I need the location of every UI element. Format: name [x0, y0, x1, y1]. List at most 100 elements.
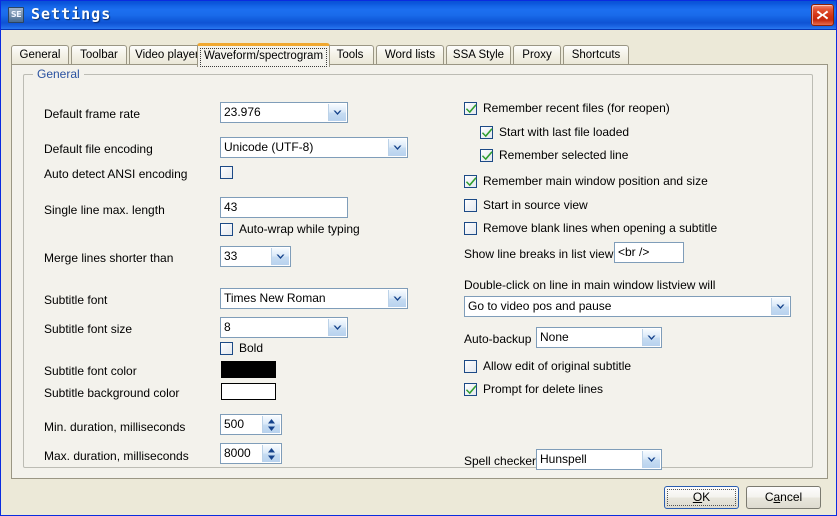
chevron-down-icon[interactable]	[328, 104, 346, 121]
ok-button-label: OK	[693, 490, 710, 504]
cancel-button[interactable]: Cancel	[746, 486, 821, 509]
tab-shortcuts[interactable]: Shortcuts	[563, 45, 629, 65]
combo-value: Unicode (UTF-8)	[224, 140, 314, 154]
checkbox-label: Remove blank lines when opening a subtit…	[483, 221, 718, 235]
label-subtitle-font: Subtitle font	[44, 293, 108, 307]
checkbox-label: Allow edit of original subtitle	[483, 359, 632, 373]
subtitle-font-size-combo[interactable]: 8	[220, 317, 348, 338]
spell-checker-combo[interactable]: Hunspell	[536, 449, 662, 470]
chevron-down-icon[interactable]	[388, 139, 406, 156]
label-double-click: Double-click on line in main window list…	[464, 278, 716, 292]
label-min-duration: Min. duration, milliseconds	[44, 420, 186, 434]
label-auto-backup: Auto-backup	[464, 332, 532, 346]
tab-label: SSA Style	[452, 49, 505, 61]
input-value: <br />	[618, 245, 650, 259]
checkbox-label: Auto-wrap while typing	[239, 222, 360, 236]
label-default-file-encoding: Default file encoding	[44, 142, 153, 156]
checkbox-box	[220, 166, 233, 179]
checkbox-box	[464, 102, 477, 115]
checkbox-box	[464, 360, 477, 373]
checkbox-box	[464, 383, 477, 396]
tab-label: Tools	[336, 49, 364, 61]
merge-lines-shorter-than-combo[interactable]: 33	[220, 246, 291, 267]
checkbox-box	[220, 342, 233, 355]
checkbox-box	[464, 222, 477, 235]
cancel-suffix: ncel	[780, 490, 803, 504]
tab-waveform-spectrogram[interactable]: Waveform/spectrogram	[197, 43, 330, 67]
title-bar: SE Settings	[1, 1, 836, 30]
checkbox-label: Remember selected line	[499, 148, 629, 162]
chevron-down-icon[interactable]	[642, 329, 660, 346]
combo-value: 8	[224, 320, 231, 334]
group-box-label: General	[33, 67, 84, 81]
check-icon	[465, 385, 477, 395]
tab-toolbar[interactable]: Toolbar	[71, 45, 127, 65]
label-max-duration: Max. duration, milliseconds	[44, 449, 189, 463]
tab-label: Toolbar	[80, 49, 118, 61]
subtitle-font-color-swatch[interactable]	[221, 361, 276, 378]
checkbox-label: Remember main window position and size	[483, 174, 708, 188]
tab-video-player[interactable]: Video player	[129, 45, 205, 65]
input-value: 43	[224, 200, 238, 214]
tab-word-lists[interactable]: Word lists	[376, 45, 444, 65]
check-icon	[465, 104, 477, 114]
stepper-buttons[interactable]	[262, 416, 280, 433]
app-icon: SE	[8, 7, 24, 23]
combo-value: Times New Roman	[224, 291, 326, 305]
chevron-down-icon[interactable]	[771, 298, 789, 315]
single-line-max-length-input[interactable]: 43	[220, 197, 348, 218]
settings-window: SE Settings General Toolbar Video player…	[0, 0, 837, 516]
cancel-button-label: Cancel	[765, 490, 802, 504]
auto-backup-combo[interactable]: None	[536, 327, 662, 348]
chevron-down-icon[interactable]	[388, 290, 406, 307]
tab-proxy[interactable]: Proxy	[513, 45, 561, 65]
double-click-action-combo[interactable]: Go to video pos and pause	[464, 296, 791, 317]
show-line-breaks-input[interactable]: <br />	[614, 242, 684, 263]
default-frame-rate-combo[interactable]: 23.976	[220, 102, 348, 123]
combo-value: None	[540, 330, 569, 344]
stepper-buttons[interactable]	[262, 445, 280, 462]
checkbox-box	[220, 223, 233, 236]
tab-general[interactable]: General	[11, 45, 69, 65]
checkbox-label: Start in source view	[483, 198, 588, 212]
tab-label: Waveform/spectrogram	[203, 50, 324, 62]
check-icon	[481, 128, 493, 138]
tab-label: General	[19, 49, 61, 61]
chevron-down-icon[interactable]	[642, 451, 660, 468]
auto-detect-ansi-checkbox[interactable]	[220, 165, 236, 181]
window-title: Settings	[31, 5, 112, 23]
label-show-line-breaks: Show line breaks in list view as	[464, 247, 630, 261]
ok-button[interactable]: OK	[664, 486, 739, 509]
combo-value: 33	[224, 249, 238, 263]
tab-ssa-style[interactable]: SSA Style	[446, 45, 511, 65]
chevron-down-icon[interactable]	[328, 319, 346, 336]
checkbox-box	[464, 199, 477, 212]
max-duration-stepper[interactable]: 8000	[220, 443, 282, 464]
label-subtitle-font-size: Subtitle font size	[44, 322, 133, 336]
label-subtitle-background-color: Subtitle background color	[44, 386, 180, 400]
close-icon[interactable]	[811, 4, 834, 26]
subtitle-font-combo[interactable]: Times New Roman	[220, 288, 408, 309]
checkbox-box	[480, 126, 493, 139]
tab-page-waveform-spectrogram: General Default frame rate 23.976 Defaul…	[11, 64, 828, 479]
label-auto-detect-ansi: Auto detect ANSI encoding	[44, 167, 188, 181]
general-group-box: General	[23, 67, 813, 468]
tab-label: Word lists	[384, 49, 436, 61]
close-glyph	[816, 10, 829, 20]
label-spell-checker: Spell checker	[464, 454, 537, 468]
stepper-value: 500	[224, 417, 245, 431]
label-single-line-max-length: Single line max. length	[44, 203, 165, 217]
checkbox-box	[464, 175, 477, 188]
combo-value: Hunspell	[540, 452, 587, 466]
min-duration-stepper[interactable]: 500	[220, 414, 282, 435]
chevron-down-icon[interactable]	[271, 248, 289, 265]
subtitle-background-color-swatch[interactable]	[221, 383, 276, 400]
ok-suffix: K	[702, 490, 711, 504]
tab-tools[interactable]: Tools	[326, 45, 374, 65]
tab-label: Shortcuts	[571, 49, 621, 61]
checkbox-label: Prompt for delete lines	[483, 382, 604, 396]
label-default-frame-rate: Default frame rate	[44, 107, 141, 121]
label-merge-lines-shorter-than: Merge lines shorter than	[44, 251, 174, 265]
stepper-value: 8000	[224, 446, 251, 460]
default-file-encoding-combo[interactable]: Unicode (UTF-8)	[220, 137, 408, 158]
